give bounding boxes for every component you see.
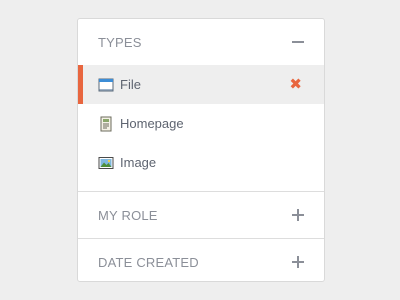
expand-plus-icon[interactable] <box>292 256 304 268</box>
selected-indicator <box>78 65 83 104</box>
type-item-homepage[interactable]: Homepage <box>78 104 324 143</box>
picture-icon <box>98 155 114 171</box>
types-section-header[interactable]: TYPES <box>78 19 324 65</box>
type-item-file[interactable]: File ✖ <box>78 65 324 104</box>
date-created-section-title: DATE CREATED <box>98 254 199 270</box>
type-item-label: File <box>120 77 141 92</box>
remove-x-icon[interactable]: ✖ <box>289 76 302 93</box>
my-role-section-header[interactable]: MY ROLE <box>78 192 324 238</box>
types-list: File ✖ Homepage Image <box>78 65 324 191</box>
homepage-page-icon <box>98 116 114 132</box>
filter-panel: TYPES File ✖ Homepage Image MY ROLE DATE… <box>77 18 325 282</box>
type-item-label: Image <box>120 155 157 170</box>
date-created-section-header[interactable]: DATE CREATED <box>78 239 324 281</box>
window-file-icon <box>98 77 114 93</box>
my-role-section-title: MY ROLE <box>98 207 158 223</box>
type-item-image[interactable]: Image <box>78 143 324 182</box>
types-section-title: TYPES <box>98 34 142 50</box>
type-item-label: Homepage <box>120 116 184 131</box>
expand-plus-icon[interactable] <box>292 209 304 221</box>
collapse-minus-icon[interactable] <box>292 36 304 48</box>
